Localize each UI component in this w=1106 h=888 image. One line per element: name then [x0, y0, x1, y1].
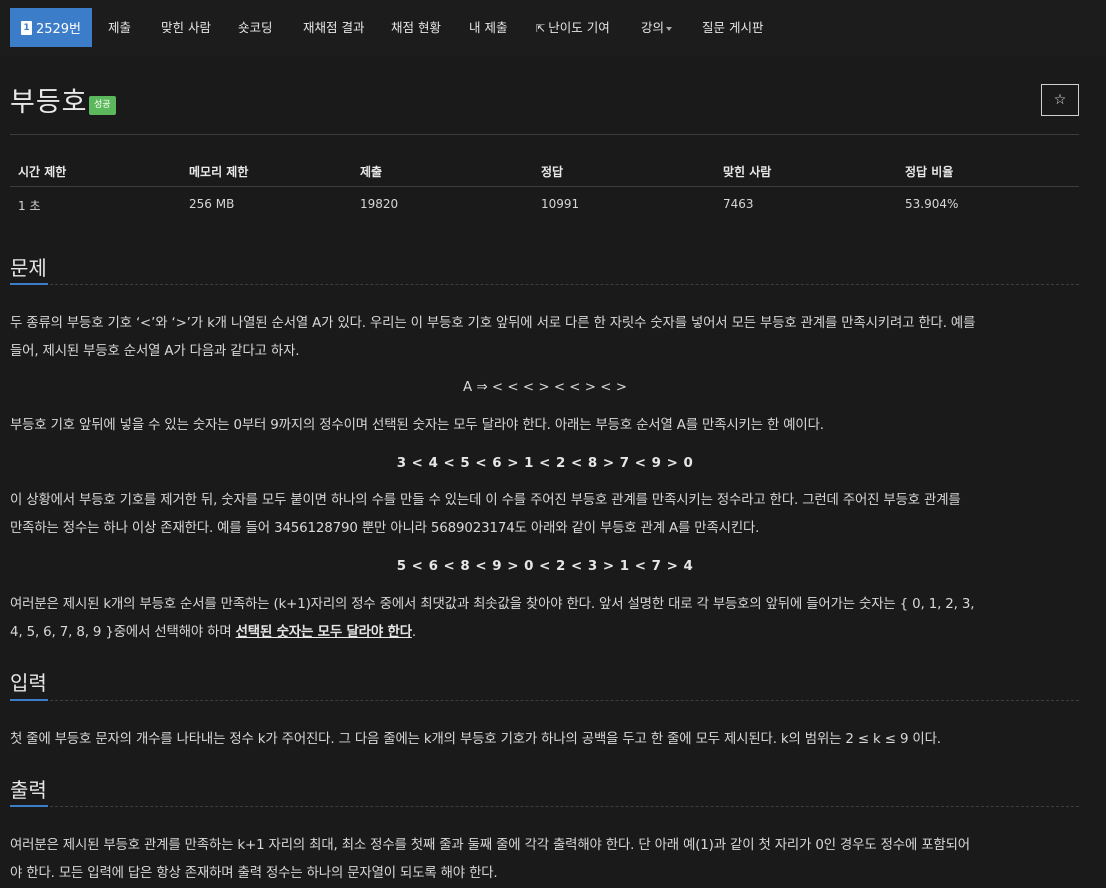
stats-value-memory: 256 MB	[189, 197, 235, 211]
nav-item-my-submissions[interactable]: 내 제출	[469, 0, 507, 56]
header-divider	[10, 134, 1079, 135]
stats-header-time: 시간 제한	[18, 165, 67, 179]
problem-p4-line2-pre: 4, 5, 6, 7, 8, 9 }중에서 선택해야 하며	[10, 625, 236, 640]
chevron-down-icon	[666, 26, 673, 31]
output-section-accent	[10, 805, 48, 807]
nav-item-status[interactable]: 채점 현황	[391, 0, 441, 56]
external-link-icon: ⇱	[536, 22, 546, 35]
input-section-accent	[10, 699, 48, 701]
stats-header-ratio: 정답 비율	[905, 165, 954, 179]
output-section-rule	[10, 806, 1079, 807]
nav-item-solved-users[interactable]: 맞힌 사람	[161, 0, 211, 56]
input-paragraph: 첫 줄에 부등호 문자의 개수를 나타내는 정수 k가 주어진다. 그 다음 줄…	[10, 732, 941, 747]
stats-header-memory: 메모리 제한	[189, 165, 249, 179]
stats-header-correct: 정답	[541, 165, 564, 179]
nav-item-lectures[interactable]: 강의	[641, 0, 673, 56]
top-nav: 1 2529번 제출 맞힌 사람 숏코딩 재채점 결과 채점 현황 내 제출 ⇱…	[0, 0, 1106, 56]
problem-p1-line2: 들어, 제시된 부등호 순서열 A가 다음과 같다고 하자.	[10, 344, 300, 359]
nav-problem-label: 2529번	[35, 22, 82, 37]
problem-section-rule	[10, 284, 1079, 285]
output-line1: 여러분은 제시된 부등호 관계를 만족하는 k+1 자리의 최대, 최소 정수를…	[10, 838, 970, 853]
page-title: 부등호	[10, 87, 88, 118]
output-section-title: 출력	[10, 778, 47, 802]
example-solution-2: 5 < 6 < 8 < 9 > 0 < 2 < 3 > 1 < 7 > 4	[396, 559, 694, 574]
problem-paragraph-1: 두 종류의 부등호 기호 ‘<’와 ‘>’가 k개 나열된 순서열 A가 있다.…	[10, 310, 1080, 366]
problem-number-icon: 1	[20, 20, 32, 35]
nav-item-rejudge[interactable]: 재채점 결과	[303, 0, 364, 56]
favorite-star-button[interactable]: ☆	[1041, 84, 1079, 116]
problem-p4-line2-post: .	[411, 625, 416, 640]
status-badge: 성공	[89, 96, 116, 115]
nav-difficulty-label: 난이도 기여	[548, 20, 610, 35]
stats-header-submit: 제출	[360, 165, 383, 179]
input-section-title: 입력	[10, 671, 47, 695]
problem-paragraph-3: 이 상황에서 부등호 기호를 제거한 뒤, 숫자를 모두 붙이면 하나의 수를 …	[10, 487, 1080, 543]
stats-value-correct: 10991	[541, 197, 580, 211]
problem-section-accent	[10, 283, 48, 285]
stats-header-solvers: 맞힌 사람	[723, 165, 772, 179]
nav-item-short-coding[interactable]: 숏코딩	[238, 0, 273, 56]
problem-paragraph-4: 여러분은 제시된 k개의 부등호 순서를 만족하는 (k+1)자리의 정수 중에…	[10, 591, 1080, 647]
output-line2: 야 한다. 모든 입력에 답은 항상 존재하며 출력 정수는 하나의 문자열이 …	[10, 866, 498, 881]
problem-p4-line1: 여러분은 제시된 k개의 부등호 순서를 만족하는 (k+1)자리의 정수 중에…	[10, 597, 975, 612]
emphasis-distinct-digits: 선택된 숫자는 모두 달라야 한다	[235, 625, 412, 640]
nav-lectures-label: 강의	[641, 20, 665, 35]
stats-divider	[10, 186, 1079, 187]
input-section-rule	[10, 700, 1079, 701]
problem-p3-line2: 만족하는 정수는 하나 이상 존재한다. 예를 들어 3456128790 뿐만…	[10, 521, 760, 536]
star-icon: ☆	[1053, 92, 1067, 108]
problem-p1-line1: 두 종류의 부등호 기호 ‘<’와 ‘>’가 k개 나열된 순서열 A가 있다.…	[10, 316, 976, 331]
nav-item-difficulty[interactable]: ⇱ 난이도 기여	[536, 0, 610, 56]
problem-paragraph-2: 부등호 기호 앞뒤에 넣을 수 있는 숫자는 0부터 9까지의 정수이며 선택된…	[10, 418, 824, 433]
output-paragraph: 여러분은 제시된 부등호 관계를 만족하는 k+1 자리의 최대, 최소 정수를…	[10, 832, 1080, 888]
nav-problem-number[interactable]: 1 2529번	[10, 8, 92, 47]
stats-value-solvers: 7463	[723, 197, 754, 211]
nav-item-board[interactable]: 질문 게시판	[702, 0, 763, 56]
problem-section-title: 문제	[10, 256, 47, 280]
stats-value-submit: 19820	[360, 197, 399, 211]
example-solution-1: 3 < 4 < 5 < 6 > 1 < 2 < 8 > 7 < 9 > 0	[396, 456, 694, 471]
nav-item-submit[interactable]: 제출	[108, 0, 131, 56]
problem-p4-line2: 4, 5, 6, 7, 8, 9 }중에서 선택해야 하며 선택된 숫자는 모두…	[10, 619, 1080, 647]
problem-p3-line1: 이 상황에서 부등호 기호를 제거한 뒤, 숫자를 모두 붙이면 하나의 수를 …	[10, 493, 961, 508]
example-sequence-a: A ⇒ < < < > < < > < >	[463, 380, 627, 395]
stats-value-ratio: 53.904%	[905, 197, 959, 211]
stats-value-time: 1 초	[18, 199, 41, 213]
